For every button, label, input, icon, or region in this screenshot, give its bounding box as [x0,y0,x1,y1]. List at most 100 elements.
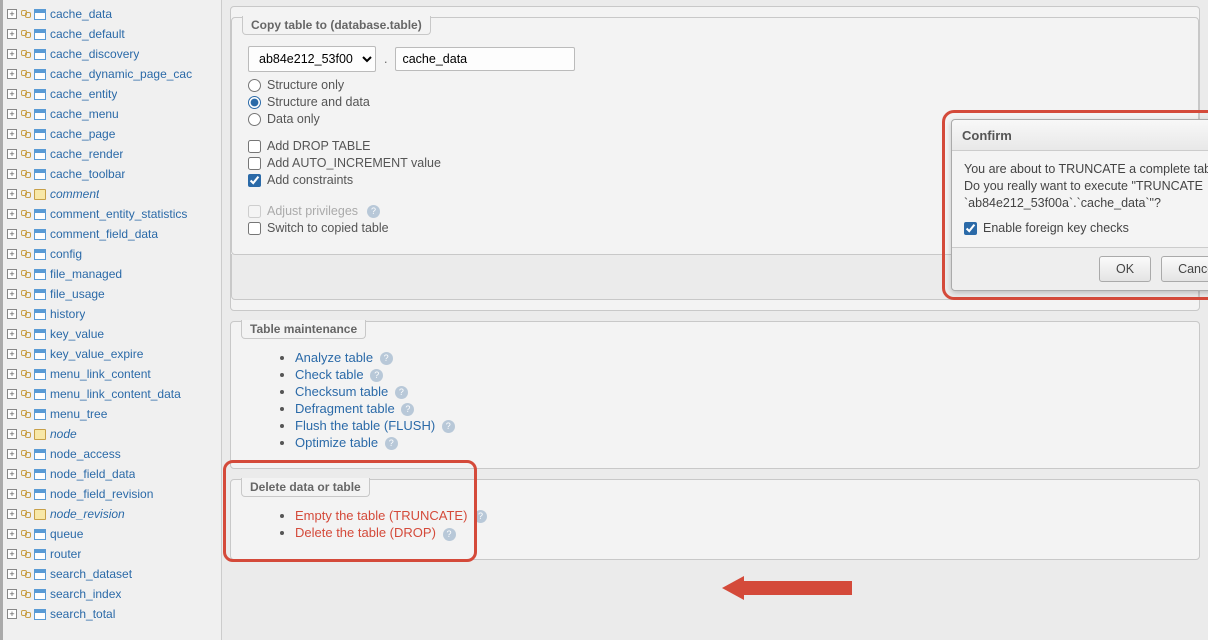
sidebar-item-node_field_data[interactable]: +node_field_data [3,464,221,484]
expand-icon[interactable]: + [7,149,17,159]
sidebar-item-node_access[interactable]: +node_access [3,444,221,464]
link-icon [21,270,31,278]
maintenance-link[interactable]: Analyze table [295,350,373,365]
help-icon[interactable]: ? [370,369,383,382]
maintenance-link[interactable]: Check table [295,367,364,382]
expand-icon[interactable]: + [7,9,17,19]
ok-button[interactable]: OK [1099,256,1151,282]
expand-icon[interactable]: + [7,89,17,99]
copy-db-select[interactable]: ab84e212_53f00a [248,46,376,72]
sidebar-item-search_dataset[interactable]: +search_dataset [3,564,221,584]
sidebar-item-node_field_revision[interactable]: +node_field_revision [3,484,221,504]
sidebar-item-comment_entity_statistics[interactable]: +comment_entity_statistics [3,204,221,224]
tree-label: file_managed [50,267,122,281]
sidebar-item-cache_entity[interactable]: +cache_entity [3,84,221,104]
cancel-button[interactable]: Cancel [1161,256,1208,282]
expand-icon[interactable]: + [7,349,17,359]
link-icon [21,470,31,478]
radio-structure-data[interactable] [248,96,261,109]
radio-structure-only[interactable] [248,79,261,92]
sidebar-item-menu_link_content_data[interactable]: +menu_link_content_data [3,384,221,404]
expand-icon[interactable]: + [7,249,17,259]
check-autoinc[interactable] [248,157,261,170]
sidebar-item-cache_menu[interactable]: +cache_menu [3,104,221,124]
sidebar-item-cache_discovery[interactable]: +cache_discovery [3,44,221,64]
copy-table-input[interactable] [395,47,575,71]
table-icon [34,609,46,620]
expand-icon[interactable]: + [7,129,17,139]
expand-icon[interactable]: + [7,469,17,479]
expand-icon[interactable]: + [7,489,17,499]
expand-icon[interactable]: + [7,269,17,279]
expand-icon[interactable]: + [7,429,17,439]
expand-icon[interactable]: + [7,409,17,419]
expand-icon[interactable]: + [7,209,17,219]
sidebar-item-cache_render[interactable]: +cache_render [3,144,221,164]
sidebar-item-cache_default[interactable]: + cache_default [3,24,221,44]
expand-icon[interactable]: + [7,449,17,459]
sidebar-item-history[interactable]: +history [3,304,221,324]
maintenance-link[interactable]: Optimize table [295,435,378,450]
sidebar-item-search_total[interactable]: +search_total [3,604,221,624]
sidebar-item-cache_page[interactable]: +cache_page [3,124,221,144]
expand-icon[interactable]: + [7,569,17,579]
help-icon[interactable]: ? [385,437,398,450]
expand-icon[interactable]: + [7,29,17,39]
help-icon[interactable]: ? [380,352,393,365]
sidebar-item-menu_link_content[interactable]: +menu_link_content [3,364,221,384]
delete-link[interactable]: Delete the table (DROP) [295,525,436,540]
sidebar-item-key_value_expire[interactable]: +key_value_expire [3,344,221,364]
expand-icon[interactable]: + [7,609,17,619]
maintenance-link[interactable]: Flush the table (FLUSH) [295,418,435,433]
help-icon[interactable]: ? [474,510,487,523]
sidebar-item-key_value[interactable]: +key_value [3,324,221,344]
help-icon[interactable]: ? [367,205,380,218]
sidebar-item-search_index[interactable]: +search_index [3,584,221,604]
help-icon[interactable]: ? [395,386,408,399]
expand-icon[interactable]: + [7,69,17,79]
radio-data-only[interactable] [248,113,261,126]
expand-icon[interactable]: + [7,529,17,539]
sidebar-item-config[interactable]: +config [3,244,221,264]
expand-icon[interactable]: + [7,49,17,59]
expand-icon[interactable]: + [7,189,17,199]
sidebar-item-router[interactable]: +router [3,544,221,564]
expand-icon[interactable]: + [7,229,17,239]
expand-icon[interactable]: + [7,169,17,179]
maintenance-link[interactable]: Checksum table [295,384,388,399]
sidebar-item-cache_dynamic_page_cac[interactable]: +cache_dynamic_page_cac [3,64,221,84]
sidebar-item-comment_field_data[interactable]: +comment_field_data [3,224,221,244]
help-icon[interactable]: ? [443,528,456,541]
list-item: Checksum table ? [295,384,1183,399]
radio-data-only-label: Data only [267,112,320,126]
table-icon [34,389,46,400]
delete-link[interactable]: Empty the table (TRUNCATE) [295,508,467,523]
check-drop-table[interactable] [248,140,261,153]
expand-icon[interactable]: + [7,369,17,379]
help-icon[interactable]: ? [401,403,414,416]
maintenance-link[interactable]: Defragment table [295,401,395,416]
sidebar-item-node_revision[interactable]: +node_revision [3,504,221,524]
sidebar-item-menu_tree[interactable]: +menu_tree [3,404,221,424]
expand-icon[interactable]: + [7,289,17,299]
expand-icon[interactable]: + [7,509,17,519]
sidebar-item-file_managed[interactable]: + file_managed [3,264,221,284]
expand-icon[interactable]: + [7,329,17,339]
sidebar-item-cache_data[interactable]: +cache_data [3,4,221,24]
expand-icon[interactable]: + [7,309,17,319]
sidebar-item-cache_toolbar[interactable]: +cache_toolbar [3,164,221,184]
sidebar-item-file_usage[interactable]: +file_usage [3,284,221,304]
expand-icon[interactable]: + [7,109,17,119]
check-constraints[interactable] [248,174,261,187]
expand-icon[interactable]: + [7,589,17,599]
check-foreign-keys[interactable] [964,222,977,235]
expand-icon[interactable]: + [7,549,17,559]
check-switch[interactable] [248,222,261,235]
tree-label: cache_default [50,27,125,41]
maintenance-list: Analyze table ?Check table ?Checksum tab… [247,350,1183,450]
sidebar-item-node[interactable]: +node [3,424,221,444]
sidebar-item-comment[interactable]: +comment [3,184,221,204]
help-icon[interactable]: ? [442,420,455,433]
expand-icon[interactable]: + [7,389,17,399]
sidebar-item-queue[interactable]: +queue [3,524,221,544]
